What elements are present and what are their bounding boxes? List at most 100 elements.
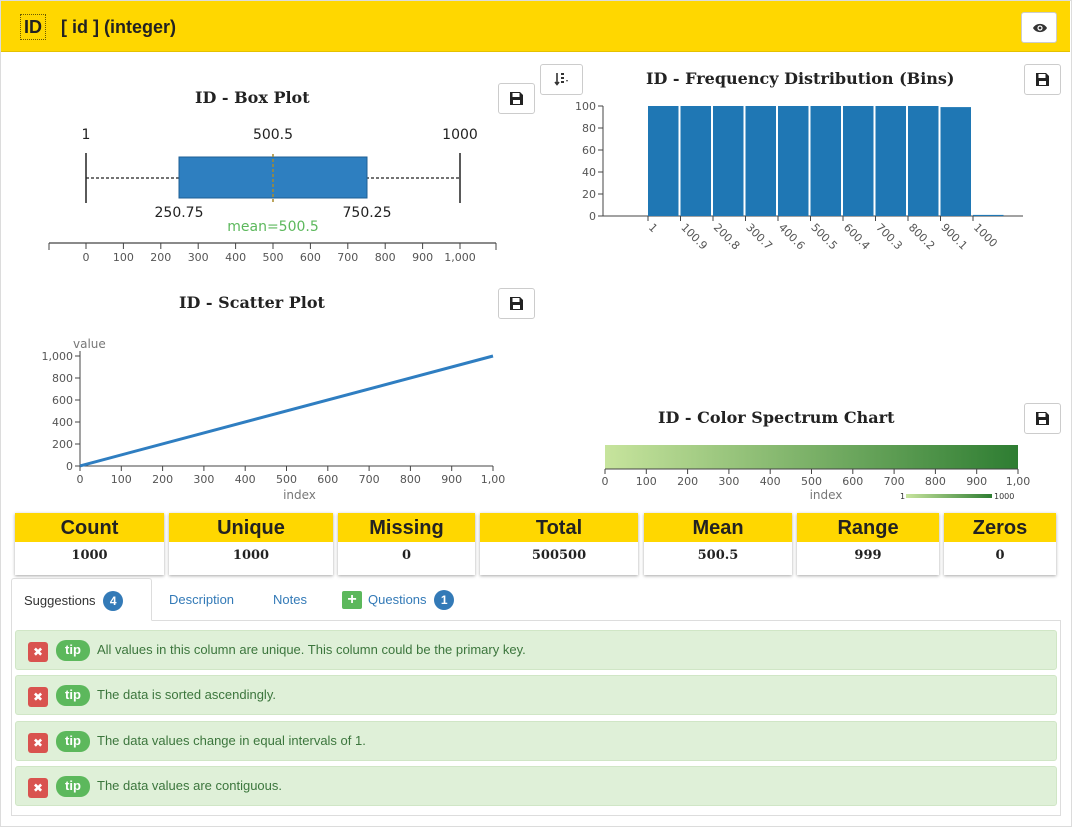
histogram-bar [810, 106, 841, 216]
tab-questions[interactable]: + Questions 1 [342, 578, 455, 621]
spectrum-tick-label: 500 [801, 475, 822, 488]
scatter-x-tick-label: 300 [193, 473, 214, 486]
histogram-title: ID - Frequency Distribution (Bins) [646, 69, 955, 88]
stat-unique: Unique 1000 [169, 513, 333, 575]
scatter-plot-title: ID - Scatter Plot [179, 293, 325, 312]
box-axis-tick-label: 900 [412, 251, 433, 264]
close-icon: ✖ [32, 690, 44, 704]
tip-badge: tip [56, 731, 90, 752]
spectrum-legend-max: 1000 [994, 492, 1014, 501]
scatter-y-tick-label: 0 [66, 460, 73, 473]
questions-count-badge: 1 [434, 589, 455, 610]
spectrum-tick-label: 700 [884, 475, 905, 488]
scatter-x-tick-label: 200 [152, 473, 173, 486]
box-plot-median-label: 500.5 [253, 127, 293, 143]
dismiss-button[interactable]: ✖ [28, 778, 48, 798]
color-spectrum-chart: 0 100 200 300 400 500 600 700 800 900 1,00 index 1 10… [602, 445, 1031, 502]
histogram-y-tick-label: 40 [582, 166, 596, 179]
color-spectrum-save-button[interactable] [1024, 403, 1061, 434]
box-axis-tick-label: 1,000 [444, 251, 476, 264]
box-axis-tick-label: 100 [113, 251, 134, 264]
tab-notes[interactable]: Notes [273, 578, 307, 621]
stat-value: 1000 [232, 548, 270, 563]
stat-label: Total [480, 513, 638, 542]
floppy-disk-icon [1036, 73, 1049, 86]
spectrum-tick-label: 1,00 [1006, 475, 1031, 488]
stat-value: 0 [995, 548, 1005, 563]
tip-badge: tip [56, 776, 90, 797]
spectrum-tick-label: 100 [636, 475, 657, 488]
box-plot-save-button[interactable] [498, 83, 535, 114]
column-header: ID [ id ] (integer) [1, 1, 1070, 52]
stat-label: Range [797, 513, 939, 542]
id-badge[interactable]: ID [20, 14, 46, 40]
sort-icon [553, 73, 568, 86]
scatter-y-tick-label: 800 [52, 372, 73, 385]
stat-mean: Mean 500.5 [644, 513, 792, 575]
histogram-bar [908, 106, 939, 216]
histogram-bar [778, 106, 809, 216]
tab-label: Description [169, 592, 235, 607]
suggestion-text: All values in this column are unique. Th… [97, 642, 526, 657]
close-icon: ✖ [32, 645, 44, 659]
scatter-plot-chart: value 0 200 400 600 800 1,000 0 100 200 300 400 500 6… [42, 337, 506, 502]
scatter-x-label: index [283, 488, 316, 502]
suggestion-item: ✖ tip All values in this column are uniq… [15, 630, 1057, 670]
tip-badge: tip [56, 685, 90, 706]
scatter-x-tick-label: 100 [111, 473, 132, 486]
histogram-save-button[interactable] [1024, 64, 1061, 95]
scatter-y-tick-label: 1,000 [42, 350, 74, 363]
box-axis-tick-label: 0 [83, 251, 90, 264]
sort-bins-button[interactable] [540, 64, 583, 95]
scatter-y-label: value [73, 337, 106, 351]
stat-value: 500500 [531, 548, 587, 563]
histogram-x-tick-label: 400.6 [776, 221, 807, 252]
scatter-x-tick-label: 900 [441, 473, 462, 486]
dismiss-button[interactable]: ✖ [28, 733, 48, 753]
box-axis-tick-label: 200 [150, 251, 171, 264]
histogram-bar [843, 106, 874, 216]
box-plot-mean-label: mean=500.5 [227, 219, 319, 235]
suggestions-panel: ✖ tip All values in this column are uniq… [11, 620, 1061, 816]
box-axis-tick-label: 600 [300, 251, 321, 264]
box-axis-tick-label: 500 [263, 251, 284, 264]
stat-total: Total 500500 [480, 513, 638, 575]
scatter-x-tick-label: 600 [317, 473, 338, 486]
spectrum-x-label: index [810, 488, 843, 502]
eye-icon [1033, 23, 1047, 33]
stat-value: 500.5 [697, 548, 739, 563]
spectrum-tick-label: 800 [925, 475, 946, 488]
histogram-bar [940, 107, 971, 216]
stat-value: 999 [854, 548, 882, 563]
tab-suggestions[interactable]: Suggestions 4 [11, 578, 152, 621]
scatter-x-tick-label: 400 [235, 473, 256, 486]
histogram-y-tick-label: 60 [582, 144, 596, 157]
stat-value: 1000 [71, 548, 108, 563]
toggle-visibility-button[interactable] [1021, 12, 1057, 43]
stat-zeros: Zeros 0 [944, 513, 1056, 575]
stat-value: 0 [401, 548, 412, 563]
stat-range: Range 999 [797, 513, 939, 575]
color-spectrum-title: ID - Color Spectrum Chart [658, 408, 895, 427]
histogram-x-tick-label: 700.3 [873, 221, 904, 252]
spectrum-legend-min: 1 [900, 492, 905, 501]
tab-description[interactable]: Description [169, 578, 234, 621]
tip-badge: tip [56, 640, 90, 661]
plus-icon: + [342, 590, 362, 609]
scatter-plot-save-button[interactable] [498, 288, 535, 319]
dismiss-button[interactable]: ✖ [28, 687, 48, 707]
spectrum-tick-label: 900 [966, 475, 987, 488]
stat-label: Unique [169, 513, 333, 542]
suggestion-text: The data values change in equal interval… [97, 733, 366, 748]
box-plot-q1-label: 250.75 [155, 205, 204, 221]
histogram-x-tick-label: 300.7 [743, 221, 774, 252]
box-plot-q3-label: 750.25 [343, 205, 392, 221]
dismiss-button[interactable]: ✖ [28, 642, 48, 662]
histogram-bar [875, 106, 906, 216]
floppy-disk-icon [1036, 412, 1049, 425]
suggestion-text: The data is sorted ascendingly. [97, 687, 276, 702]
spectrum-bar [605, 445, 1018, 469]
box-plot-chart: 1 500.5 1000 250.75 750.25 mean=500.5 0 1… [48, 127, 497, 264]
histogram-chart: 0 20 40 60 80 100 1 100.9 200.8 300.7 400.6 500.5 60… [575, 100, 1023, 252]
suggestion-text: The data values are contiguous. [97, 778, 283, 793]
